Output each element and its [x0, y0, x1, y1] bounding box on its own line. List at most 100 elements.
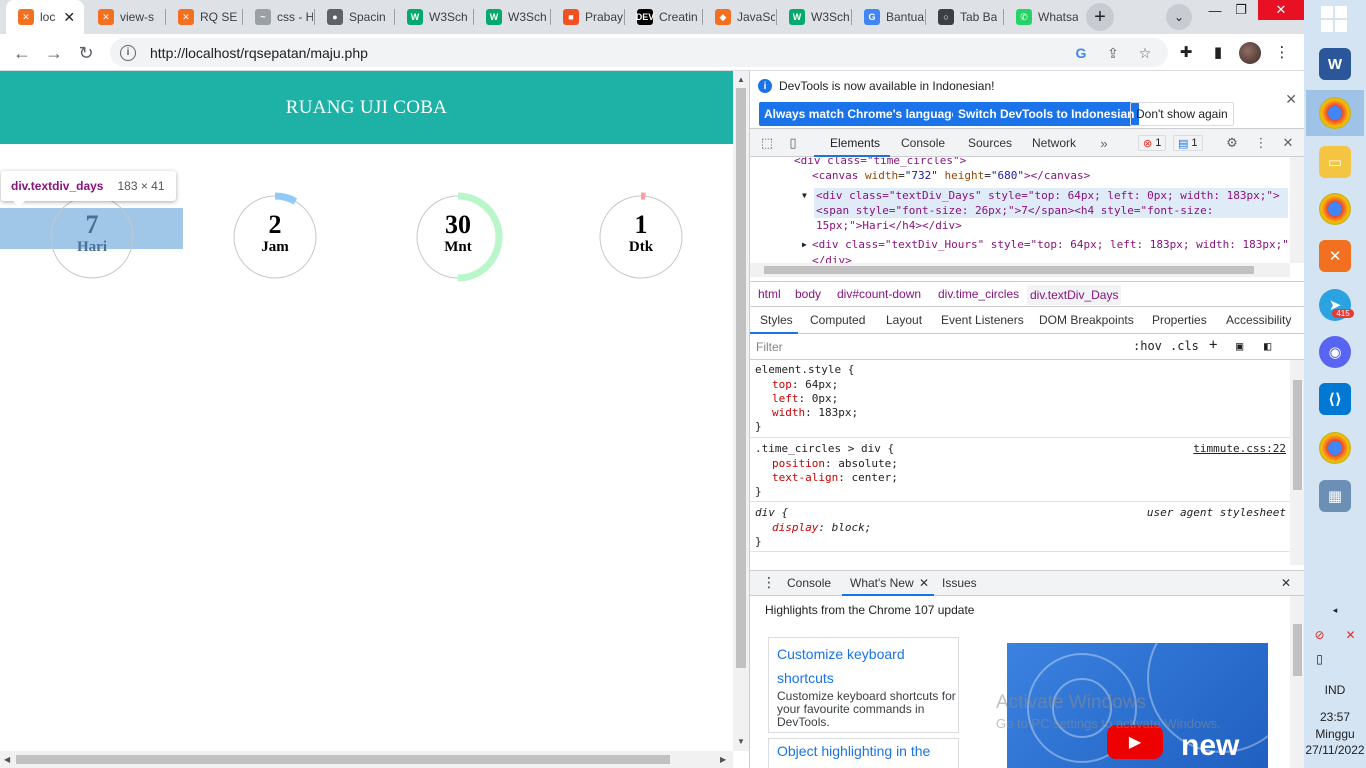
- dom-line[interactable]: <div class="textDiv_Hours" style="top: 6…: [812, 237, 1289, 252]
- tab-sources[interactable]: Sources: [968, 136, 1012, 150]
- dom-line[interactable]: <span style="font-size: 26px;">7</span><…: [816, 203, 1213, 218]
- browser-tab[interactable]: ■ Prabay: [551, 0, 623, 34]
- more-tabs-icon[interactable]: »: [1095, 134, 1113, 152]
- maximize-button[interactable]: ❐: [1226, 0, 1256, 20]
- tab-network[interactable]: Network: [1032, 136, 1076, 150]
- page-horizontal-scrollbar[interactable]: ◀ ▶: [0, 751, 733, 768]
- style-declaration[interactable]: left: 0px;: [772, 392, 838, 407]
- scrollbar-thumb[interactable]: [16, 755, 670, 764]
- breadcrumb-item[interactable]: div#count-down: [837, 287, 921, 301]
- clock-day[interactable]: Minggu: [1304, 727, 1366, 741]
- sidepanel-icon[interactable]: ▮: [1208, 42, 1228, 62]
- breadcrumb-item[interactable]: body: [795, 287, 821, 301]
- drawer-tab-whats-new[interactable]: What's New: [850, 576, 914, 590]
- customize-menu-icon[interactable]: ⋮: [1252, 134, 1270, 152]
- window-close-button[interactable]: ✕: [1258, 0, 1304, 20]
- tab-event-listeners[interactable]: Event Listeners: [941, 313, 1024, 327]
- new-rule-icon[interactable]: +: [1209, 337, 1217, 353]
- tab-layout[interactable]: Layout: [886, 313, 922, 327]
- tray-expand-icon[interactable]: ◂: [1304, 605, 1366, 616]
- camera-off-icon[interactable]: ⊘: [1304, 628, 1335, 642]
- dom-line[interactable]: <div class="time_circles">: [794, 157, 966, 168]
- scroll-left-icon[interactable]: ◀: [4, 755, 10, 764]
- tab-properties[interactable]: Properties: [1152, 313, 1207, 327]
- file-explorer-icon[interactable]: ▭: [1319, 146, 1351, 178]
- close-drawer-icon[interactable]: ✕: [1281, 576, 1291, 590]
- browser-tab[interactable]: ✕ view-s: [86, 0, 164, 34]
- rule-source-link[interactable]: timmute.css:22: [1193, 442, 1286, 457]
- close-icon[interactable]: ✕: [919, 576, 929, 590]
- language-indicator[interactable]: IND: [1304, 683, 1366, 697]
- close-icon[interactable]: ✕: [1285, 91, 1297, 108]
- style-declaration[interactable]: width: 183px;: [772, 406, 858, 421]
- browser-tab[interactable]: ✕ loc ✕: [6, 0, 84, 34]
- url-text[interactable]: http://localhost/rqsepatan/maju.php: [150, 45, 368, 61]
- scroll-right-icon[interactable]: ▶: [720, 755, 726, 764]
- feature-card[interactable]: Object highlighting in the: [768, 738, 959, 768]
- scroll-down-icon[interactable]: ▼: [737, 737, 745, 746]
- tab-close-icon[interactable]: ✕: [63, 9, 75, 26]
- scrollbar-thumb[interactable]: [764, 266, 1254, 274]
- feature-card-title[interactable]: Customize keyboard shortcuts: [777, 642, 947, 690]
- breadcrumb-item-selected[interactable]: div.textDiv_Days: [1027, 285, 1122, 305]
- dom-horizontal-scrollbar[interactable]: [750, 263, 1290, 277]
- discord-icon[interactable]: ◉: [1319, 336, 1351, 368]
- back-icon[interactable]: ←: [9, 40, 35, 66]
- profile-avatar[interactable]: [1239, 42, 1261, 64]
- browser-tab[interactable]: ~ css - H: [243, 0, 313, 34]
- hover-state-toggle[interactable]: :hov: [1133, 339, 1162, 353]
- tab-elements[interactable]: Elements: [830, 136, 880, 150]
- inspect-element-icon[interactable]: ⬚: [758, 134, 776, 152]
- scrollbar-thumb[interactable]: [1293, 624, 1302, 676]
- tablet-icon[interactable]: ▯: [1304, 652, 1335, 666]
- class-toggle[interactable]: .cls: [1170, 339, 1199, 353]
- styles-vertical-scrollbar[interactable]: [1290, 360, 1305, 565]
- reload-icon[interactable]: ↻: [73, 40, 99, 66]
- drawer-vertical-scrollbar[interactable]: [1290, 596, 1305, 768]
- rule-selector[interactable]: .time_circles > div {: [755, 442, 894, 457]
- google-icon[interactable]: G: [1072, 44, 1090, 62]
- extensions-icon[interactable]: ✚: [1176, 42, 1196, 62]
- dom-line[interactable]: <canvas width="732" height="680"></canva…: [812, 168, 1090, 183]
- mic-off-icon[interactable]: ✕: [1335, 628, 1366, 642]
- clock-date[interactable]: 27/11/2022: [1304, 743, 1366, 757]
- dom-line[interactable]: <div class="textDiv_Days" style="top: 64…: [816, 188, 1280, 203]
- rule-selector[interactable]: element.style {: [755, 363, 854, 378]
- forward-icon[interactable]: →: [41, 40, 67, 66]
- breadcrumb-item[interactable]: html: [758, 287, 781, 301]
- menu-icon[interactable]: ⋮: [1272, 42, 1292, 62]
- close-devtools-icon[interactable]: ✕: [1279, 134, 1297, 152]
- style-declaration[interactable]: position: absolute;: [772, 457, 898, 472]
- browser-tab[interactable]: ◆ JavaSc: [703, 0, 775, 34]
- browser-tab[interactable]: W W3Sch: [395, 0, 472, 34]
- chrome-icon[interactable]: [1319, 432, 1351, 464]
- star-icon[interactable]: ☆: [1136, 44, 1154, 62]
- control-panel-icon[interactable]: ▦: [1319, 480, 1351, 512]
- chrome-icon[interactable]: [1319, 97, 1351, 129]
- drawer-menu-icon[interactable]: ⋮: [762, 574, 776, 591]
- tab-computed[interactable]: Computed: [810, 313, 865, 327]
- match-language-button[interactable]: Always match Chrome's language: [759, 102, 964, 126]
- error-count-badge[interactable]: ⊗ 1: [1138, 135, 1167, 151]
- message-count-badge[interactable]: ▤ 1: [1173, 135, 1203, 151]
- browser-tab[interactable]: ● Spacin: [315, 0, 393, 34]
- browser-tab[interactable]: ✆ Whatsa: [1004, 0, 1082, 34]
- settings-gear-icon[interactable]: ⚙: [1223, 134, 1241, 152]
- drawer-tab-console[interactable]: Console: [787, 576, 831, 590]
- style-declaration[interactable]: text-align: center;: [772, 471, 898, 486]
- drawer-tab-issues[interactable]: Issues: [942, 576, 977, 590]
- new-tab-button[interactable]: +: [1086, 3, 1114, 31]
- filter-input[interactable]: Filter: [756, 340, 783, 354]
- browser-tab[interactable]: DEV Creatin: [625, 0, 701, 34]
- windows-start-icon[interactable]: [1321, 6, 1347, 32]
- tab-dom-breakpoints[interactable]: DOM Breakpoints: [1039, 313, 1134, 327]
- dom-vertical-scrollbar[interactable]: [1290, 157, 1305, 263]
- scrollbar-thumb[interactable]: [736, 88, 746, 668]
- tab-console[interactable]: Console: [901, 136, 945, 150]
- tab-search-button[interactable]: ⌄: [1166, 4, 1192, 30]
- dom-line[interactable]: 15px;">Hari</h4></div>: [816, 218, 962, 233]
- clock-time[interactable]: 23:57: [1304, 710, 1366, 724]
- chrome-icon[interactable]: [1319, 193, 1351, 225]
- device-toolbar-icon[interactable]: ▯: [784, 134, 802, 152]
- browser-tab[interactable]: W W3Sch: [777, 0, 850, 34]
